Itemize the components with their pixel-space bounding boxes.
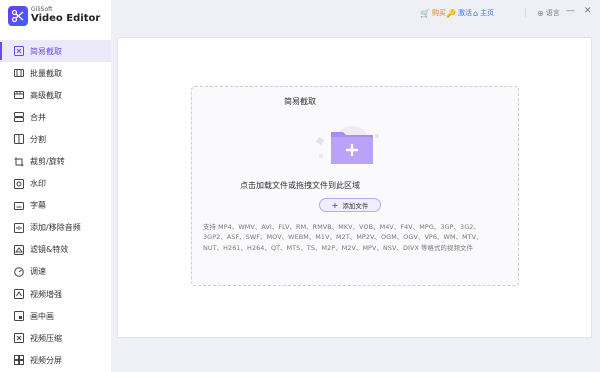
sidebar-item-split-screen[interactable]: 视频分屏 bbox=[0, 349, 111, 371]
add-file-button[interactable]: + 添加文件 bbox=[319, 198, 381, 212]
close-button[interactable]: ✕ bbox=[584, 6, 592, 16]
sidebar-item-label: 调速 bbox=[30, 267, 46, 277]
drop-zone-title: 简易截取 bbox=[284, 97, 316, 106]
home-icon: ⌂ bbox=[473, 8, 479, 18]
app-logo bbox=[8, 6, 28, 26]
sidebar-item-label: 合并 bbox=[30, 112, 46, 122]
speed-icon bbox=[14, 267, 24, 277]
crop-rotate-icon bbox=[14, 157, 24, 167]
subtitle-icon bbox=[14, 201, 24, 210]
compress-icon bbox=[14, 333, 24, 344]
sidebar-item-pip[interactable]: 画中画 bbox=[0, 305, 111, 327]
language-label: 语言 bbox=[545, 9, 560, 17]
sidebar-item-label: 视频增强 bbox=[30, 289, 62, 299]
sidebar-item-label: 视频分屏 bbox=[30, 355, 62, 365]
add-file-label: 添加文件 bbox=[342, 202, 369, 210]
brand-small: GiliSoft bbox=[31, 6, 53, 13]
plus-icon: + bbox=[331, 200, 339, 210]
sidebar-item-split[interactable]: 分割 bbox=[0, 128, 111, 150]
sidebar-item-filter[interactable]: 滤镜&特效 bbox=[0, 239, 111, 261]
sidebar-item-compress[interactable]: 视频压缩 bbox=[0, 327, 111, 349]
divider bbox=[525, 8, 526, 17]
split-icon bbox=[14, 134, 24, 145]
sidebar-item-label: 分割 bbox=[30, 134, 46, 144]
title-bar: 🛒 购买 🔑 激活 ⌂ 主页 ⊕ 语言 — ✕ bbox=[111, 0, 600, 26]
language-button[interactable]: ⊕ 语言 bbox=[537, 8, 560, 18]
sidebar-item-label: 添加/移除音频 bbox=[30, 223, 81, 233]
batch-cut-icon bbox=[14, 69, 24, 78]
sidebar-item-batch-cut[interactable]: 批量截取 bbox=[0, 62, 111, 84]
sidebar-item-label: 画中画 bbox=[30, 311, 54, 321]
split-screen-icon bbox=[14, 355, 24, 366]
sidebar-item-speed[interactable]: 调速 bbox=[0, 261, 111, 283]
minimize-button[interactable]: — bbox=[566, 6, 575, 16]
sidebar-item-label: 滤镜&特效 bbox=[30, 245, 69, 255]
sidebar-item-audio[interactable]: 添加/移除音频 bbox=[0, 217, 111, 239]
cart-icon: 🛒 bbox=[420, 8, 430, 18]
sidebar-item-subtitle[interactable]: 字幕 bbox=[0, 195, 111, 217]
sidebar-item-label: 批量截取 bbox=[30, 68, 62, 78]
sidebar-item-simple-cut[interactable]: 简易截取 bbox=[0, 40, 111, 63]
merge-icon bbox=[14, 112, 24, 123]
sidebar-item-label: 视频压缩 bbox=[30, 333, 62, 343]
sidebar-nav: 简易截取 批量截取 高级截取 合并 分割 裁剪/旋转 水印 字幕 添加/移除音频… bbox=[0, 40, 111, 371]
brand-name: Video Editor bbox=[31, 13, 101, 24]
globe-icon: ⊕ bbox=[537, 8, 544, 18]
activate-label: 激活 bbox=[457, 9, 472, 17]
buy-label: 购买 bbox=[431, 9, 446, 17]
scissors-icon bbox=[14, 46, 24, 57]
sidebar-item-merge[interactable]: 合并 bbox=[0, 106, 111, 128]
folder-icon bbox=[315, 126, 379, 164]
sidebar-item-label: 字幕 bbox=[30, 201, 46, 211]
enhance-icon bbox=[14, 289, 24, 300]
pip-icon bbox=[14, 311, 24, 322]
filter-icon bbox=[14, 244, 24, 255]
key-icon: 🔑 bbox=[446, 8, 456, 18]
sidebar-item-enhance[interactable]: 视频增强 bbox=[0, 283, 111, 305]
sidebar-item-label: 裁剪/旋转 bbox=[30, 157, 65, 167]
audio-icon bbox=[14, 222, 24, 233]
home-link[interactable]: ⌂ 主页 bbox=[473, 8, 494, 18]
drop-zone-hint: 点击加载文件或拖拽文件到此区域 bbox=[240, 181, 360, 190]
buy-link[interactable]: 🛒 购买 bbox=[420, 8, 446, 18]
home-label: 主页 bbox=[480, 9, 495, 17]
sidebar-item-crop-rotate[interactable]: 裁剪/旋转 bbox=[0, 150, 111, 172]
supported-formats-text: 支持 MP4、WMV、AVI、FLV、RM、RMVB、MKV、VOB、M4V、F… bbox=[203, 223, 483, 252]
activate-link[interactable]: 🔑 激活 bbox=[446, 8, 472, 18]
sidebar-item-label: 简易截取 bbox=[30, 46, 62, 56]
